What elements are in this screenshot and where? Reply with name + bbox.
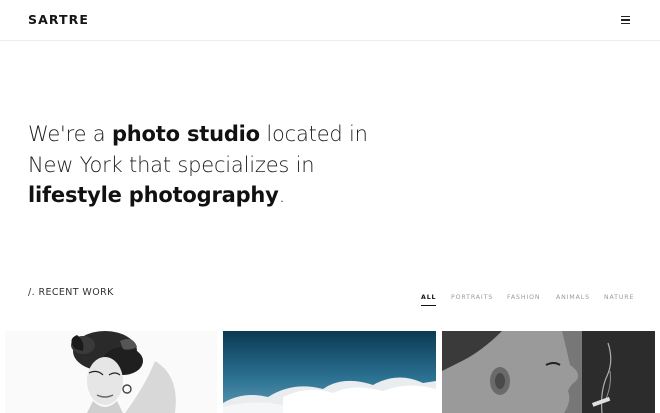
man-profile-image bbox=[442, 331, 655, 413]
clouds-image bbox=[223, 331, 436, 413]
gallery-photo-portrait[interactable] bbox=[5, 331, 217, 413]
portrait-woman-image bbox=[5, 331, 217, 413]
filter-nature[interactable]: NATURE bbox=[604, 294, 634, 301]
menu-line bbox=[621, 16, 630, 18]
filter-fashion[interactable]: FASHION bbox=[507, 294, 540, 301]
intro-text: We're a bbox=[28, 122, 112, 146]
intro-text: . bbox=[278, 183, 286, 207]
menu-line bbox=[621, 19, 630, 21]
hamburger-menu-icon[interactable] bbox=[618, 12, 634, 28]
filter-animals[interactable]: ANIMALS bbox=[556, 294, 590, 301]
gallery-photo-clouds[interactable] bbox=[223, 331, 436, 413]
site-logo[interactable]: SARTRE bbox=[28, 12, 89, 27]
site-header: SARTRE bbox=[0, 0, 660, 41]
intro-heading: We're a photo studio located in New York… bbox=[28, 119, 408, 211]
filter-portraits[interactable]: PORTRAITS bbox=[451, 294, 493, 301]
recent-work-label: /. RECENT WORK bbox=[28, 287, 114, 298]
intro-highlight: photo studio bbox=[111, 122, 260, 146]
menu-line bbox=[621, 22, 630, 24]
intro-highlight: lifestyle photography bbox=[28, 183, 279, 207]
gallery-photo-man-profile[interactable] bbox=[442, 331, 655, 413]
filter-all[interactable]: ALL bbox=[421, 294, 437, 306]
